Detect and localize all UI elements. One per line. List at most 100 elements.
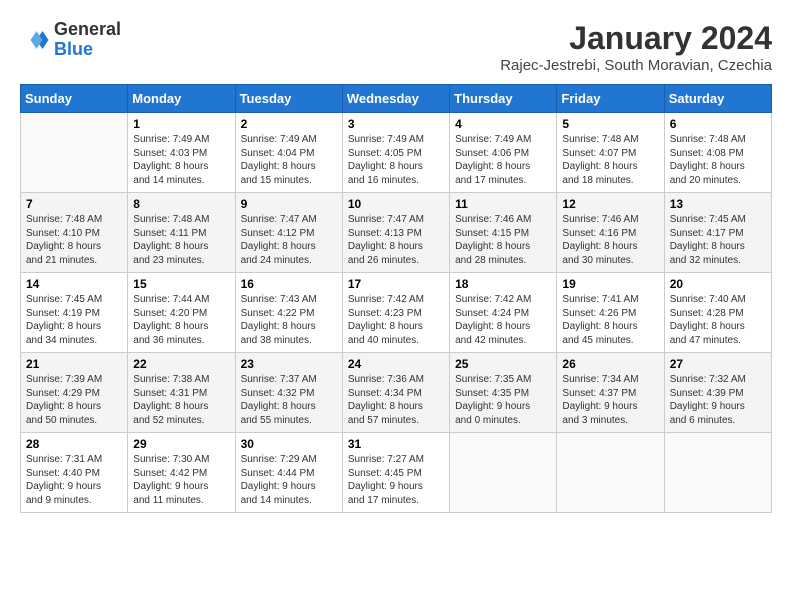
day-number: 22: [133, 357, 229, 371]
day-info: Sunrise: 7:31 AM Sunset: 4:40 PM Dayligh…: [26, 453, 122, 507]
calendar-cell: 12 Sunrise: 7:46 AM Sunset: 4:16 PM Dayli…: [557, 193, 664, 273]
calendar-week-3: 14Sunrise: 7:45 AM Sunset: 4:19 PM Dayli…: [21, 273, 772, 353]
calendar-cell: 28 Sunrise: 7:31 AM Sunset: 4:40 PM Dayli…: [21, 433, 128, 513]
calendar-cell: 13Sunrise: 7:45 AM Sunset: 4:17 PM Dayli…: [664, 193, 771, 273]
weekday-header-sunday: Sunday: [21, 85, 128, 113]
weekday-header-row: SundayMondayTuesdayWednesdayThursdayFrid…: [21, 85, 772, 113]
calendar-cell: 23 Sunrise: 7:37 AM Sunset: 4:32 PM Dayli…: [235, 353, 342, 433]
day-info: Sunrise: 7:36 AM Sunset: 4:34 PM Dayligh…: [348, 373, 444, 427]
day-number: 3: [348, 117, 444, 131]
day-info: Sunrise: 7:49 AM Sunset: 4:04 PM Dayligh…: [241, 133, 337, 187]
day-info: Sunrise: 7:47 AM Sunset: 4:12 PM Dayligh…: [241, 213, 337, 267]
weekday-header-wednesday: Wednesday: [342, 85, 449, 113]
calendar-cell: 24 Sunrise: 7:36 AM Sunset: 4:34 PM Dayli…: [342, 353, 449, 433]
day-info: Sunrise: 7:32 AM Sunset: 4:39 PM Dayligh…: [670, 373, 766, 427]
day-info: Sunrise: 7:48 AM Sunset: 4:10 PM Dayligh…: [26, 213, 122, 267]
day-info: Sunrise: 7:35 AM Sunset: 4:35 PM Dayligh…: [455, 373, 551, 427]
day-info: Sunrise: 7:41 AM Sunset: 4:26 PM Dayligh…: [562, 293, 658, 347]
weekday-header-saturday: Saturday: [664, 85, 771, 113]
day-info: Sunrise: 7:39 AM Sunset: 4:29 PM Dayligh…: [26, 373, 122, 427]
day-info: Sunrise: 7:40 AM Sunset: 4:28 PM Dayligh…: [670, 293, 766, 347]
day-number: 19: [562, 277, 658, 291]
calendar-cell: 6Sunrise: 7:48 AM Sunset: 4:08 PM Daylig…: [664, 113, 771, 193]
calendar-week-2: 7 Sunrise: 7:48 AM Sunset: 4:10 PM Daylig…: [21, 193, 772, 273]
logo-blue: Blue: [54, 39, 93, 59]
day-number: 2: [241, 117, 337, 131]
calendar-cell: 16 Sunrise: 7:43 AM Sunset: 4:22 PM Dayli…: [235, 273, 342, 353]
day-number: 13: [670, 197, 766, 211]
day-info: Sunrise: 7:42 AM Sunset: 4:23 PM Dayligh…: [348, 293, 444, 347]
day-info: Sunrise: 7:30 AM Sunset: 4:42 PM Dayligh…: [133, 453, 229, 507]
day-number: 20: [670, 277, 766, 291]
logo: General Blue: [20, 20, 121, 60]
day-number: 21: [26, 357, 122, 371]
day-info: Sunrise: 7:46 AM Sunset: 4:15 PM Dayligh…: [455, 213, 551, 267]
day-info: Sunrise: 7:27 AM Sunset: 4:45 PM Dayligh…: [348, 453, 444, 507]
day-number: 5: [562, 117, 658, 131]
day-info: Sunrise: 7:49 AM Sunset: 4:05 PM Dayligh…: [348, 133, 444, 187]
day-number: 7: [26, 197, 122, 211]
day-number: 1: [133, 117, 229, 131]
day-number: 26: [562, 357, 658, 371]
day-number: 6: [670, 117, 766, 131]
calendar-week-4: 21 Sunrise: 7:39 AM Sunset: 4:29 PM Dayli…: [21, 353, 772, 433]
calendar-cell: 30 Sunrise: 7:29 AM Sunset: 4:44 PM Dayli…: [235, 433, 342, 513]
calendar-cell: 7 Sunrise: 7:48 AM Sunset: 4:10 PM Daylig…: [21, 193, 128, 273]
calendar-cell: 2 Sunrise: 7:49 AM Sunset: 4:04 PM Daylig…: [235, 113, 342, 193]
month-title: January 2024: [500, 20, 772, 57]
day-number: 31: [348, 437, 444, 451]
calendar-cell: 26Sunrise: 7:34 AM Sunset: 4:37 PM Dayli…: [557, 353, 664, 433]
logo-general: General: [54, 19, 121, 39]
calendar-cell: 17 Sunrise: 7:42 AM Sunset: 4:23 PM Dayli…: [342, 273, 449, 353]
day-info: Sunrise: 7:42 AM Sunset: 4:24 PM Dayligh…: [455, 293, 551, 347]
day-number: 25: [455, 357, 551, 371]
subtitle: Rajec-Jestrebi, South Moravian, Czechia: [500, 57, 772, 74]
day-info: Sunrise: 7:43 AM Sunset: 4:22 PM Dayligh…: [241, 293, 337, 347]
logo-icon: [20, 25, 50, 55]
calendar-cell: [557, 433, 664, 513]
day-info: Sunrise: 7:46 AM Sunset: 4:16 PM Dayligh…: [562, 213, 658, 267]
calendar-cell: 27 Sunrise: 7:32 AM Sunset: 4:39 PM Dayli…: [664, 353, 771, 433]
calendar-cell: 8Sunrise: 7:48 AM Sunset: 4:11 PM Daylig…: [128, 193, 235, 273]
day-number: 15: [133, 277, 229, 291]
weekday-header-friday: Friday: [557, 85, 664, 113]
day-info: Sunrise: 7:48 AM Sunset: 4:07 PM Dayligh…: [562, 133, 658, 187]
calendar-cell: 25 Sunrise: 7:35 AM Sunset: 4:35 PM Dayli…: [450, 353, 557, 433]
day-number: 30: [241, 437, 337, 451]
calendar-cell: 20 Sunrise: 7:40 AM Sunset: 4:28 PM Dayli…: [664, 273, 771, 353]
day-number: 12: [562, 197, 658, 211]
day-number: 27: [670, 357, 766, 371]
calendar-cell: 11 Sunrise: 7:46 AM Sunset: 4:15 PM Dayli…: [450, 193, 557, 273]
day-number: 28: [26, 437, 122, 451]
calendar-cell: 21 Sunrise: 7:39 AM Sunset: 4:29 PM Dayli…: [21, 353, 128, 433]
calendar-body: 1 Sunrise: 7:49 AM Sunset: 4:03 PM Daylig…: [21, 113, 772, 513]
calendar-cell: 31 Sunrise: 7:27 AM Sunset: 4:45 PM Dayli…: [342, 433, 449, 513]
calendar-cell: 9Sunrise: 7:47 AM Sunset: 4:12 PM Daylig…: [235, 193, 342, 273]
day-number: 14: [26, 277, 122, 291]
weekday-header-thursday: Thursday: [450, 85, 557, 113]
calendar-cell: [450, 433, 557, 513]
day-number: 11: [455, 197, 551, 211]
calendar-cell: 22Sunrise: 7:38 AM Sunset: 4:31 PM Dayli…: [128, 353, 235, 433]
day-info: Sunrise: 7:48 AM Sunset: 4:11 PM Dayligh…: [133, 213, 229, 267]
title-area: January 2024 Rajec-Jestrebi, South Morav…: [500, 20, 772, 74]
calendar-cell: 3 Sunrise: 7:49 AM Sunset: 4:05 PM Daylig…: [342, 113, 449, 193]
day-info: Sunrise: 7:47 AM Sunset: 4:13 PM Dayligh…: [348, 213, 444, 267]
day-info: Sunrise: 7:49 AM Sunset: 4:03 PM Dayligh…: [133, 133, 229, 187]
calendar-cell: 15Sunrise: 7:44 AM Sunset: 4:20 PM Dayli…: [128, 273, 235, 353]
calendar-cell: [664, 433, 771, 513]
calendar-cell: 29Sunrise: 7:30 AM Sunset: 4:42 PM Dayli…: [128, 433, 235, 513]
calendar-cell: 18 Sunrise: 7:42 AM Sunset: 4:24 PM Dayli…: [450, 273, 557, 353]
day-number: 17: [348, 277, 444, 291]
day-number: 24: [348, 357, 444, 371]
logo-text: General Blue: [54, 20, 121, 60]
calendar-cell: 19 Sunrise: 7:41 AM Sunset: 4:26 PM Dayli…: [557, 273, 664, 353]
weekday-header-monday: Monday: [128, 85, 235, 113]
day-info: Sunrise: 7:29 AM Sunset: 4:44 PM Dayligh…: [241, 453, 337, 507]
day-info: Sunrise: 7:37 AM Sunset: 4:32 PM Dayligh…: [241, 373, 337, 427]
day-number: 16: [241, 277, 337, 291]
calendar-cell: 14Sunrise: 7:45 AM Sunset: 4:19 PM Dayli…: [21, 273, 128, 353]
day-number: 18: [455, 277, 551, 291]
calendar-week-1: 1 Sunrise: 7:49 AM Sunset: 4:03 PM Daylig…: [21, 113, 772, 193]
day-number: 23: [241, 357, 337, 371]
